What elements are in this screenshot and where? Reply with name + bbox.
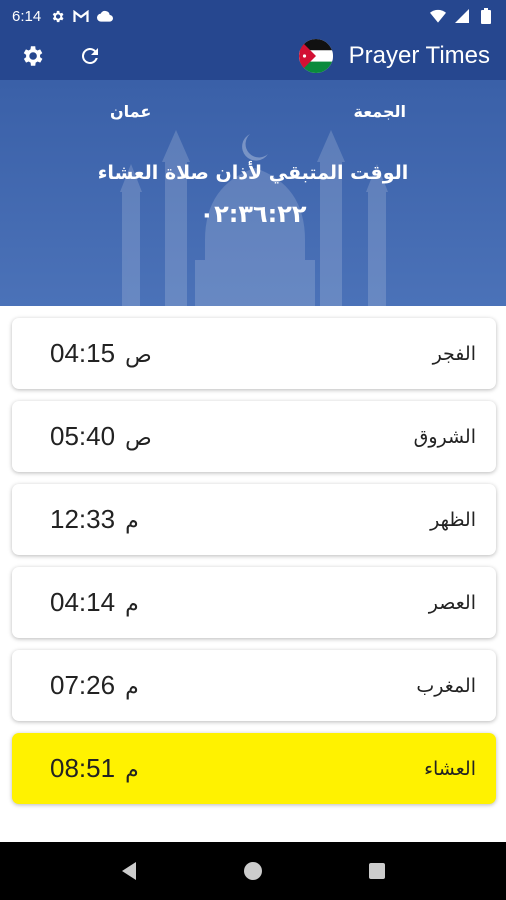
home-icon — [244, 862, 262, 880]
back-icon — [122, 862, 136, 880]
prayer-time: 04:15 ص — [50, 338, 152, 368]
prayer-name: العشاء — [424, 757, 476, 780]
prayer-name: المغرب — [416, 674, 476, 697]
recents-icon — [369, 863, 385, 879]
gear-icon — [23, 46, 43, 66]
refresh-button[interactable] — [74, 40, 106, 72]
status-bar: 6:14 — [0, 0, 506, 32]
gmail-icon — [73, 8, 89, 24]
prayer-row-isha[interactable]: 08:51 م العشاء — [12, 733, 496, 804]
countdown-banner: الجمعة عمان الوقت المتبقي لأذان صلاة الع… — [0, 80, 506, 306]
wifi-icon — [430, 8, 446, 24]
prayer-times-list: 04:15 ص الفجر 05:40 ص الشروق 12:33 م الظهر … — [12, 318, 496, 816]
day-label: الجمعة — [353, 102, 406, 121]
refresh-icon — [81, 47, 98, 64]
app-bar: Prayer Times — [0, 32, 506, 80]
signal-icon — [454, 8, 470, 24]
prayer-row-asr[interactable]: 04:14 م العصر — [12, 567, 496, 638]
prayer-row-fajr[interactable]: 04:15 ص الفجر — [12, 318, 496, 389]
prayer-time: 08:51 م — [50, 753, 139, 783]
jordan-flag-icon — [298, 39, 333, 73]
prayer-row-maghrib[interactable]: 07:26 م المغرب — [12, 650, 496, 721]
prayer-time: 05:40 ص — [50, 421, 152, 451]
gear-icon — [49, 8, 65, 24]
app-title: Prayer Times — [348, 42, 490, 69]
home-button[interactable] — [241, 859, 265, 883]
prayer-name: الظهر — [430, 508, 476, 531]
back-button[interactable] — [117, 859, 141, 883]
settings-button[interactable] — [16, 40, 48, 72]
city-label: عمان — [110, 102, 152, 121]
prayer-row-dhuhr[interactable]: 12:33 م الظهر — [12, 484, 496, 555]
prayer-name: الشروق — [413, 425, 476, 448]
prayer-time: 04:14 م — [50, 587, 139, 617]
prayer-time: 07:26 م — [50, 670, 139, 700]
battery-icon — [478, 8, 494, 24]
prayer-name: العصر — [428, 591, 476, 614]
recents-button[interactable] — [365, 859, 389, 883]
prayer-name: الفجر — [432, 342, 476, 365]
prayer-row-sunrise[interactable]: 05:40 ص الشروق — [12, 401, 496, 472]
prayer-time: 12:33 م — [50, 504, 139, 534]
cloud-icon — [97, 8, 114, 24]
system-nav-bar — [0, 842, 506, 900]
status-time: 6:14 — [12, 7, 42, 25]
countdown-timer: ٠٢:٣٦:٢٢ — [199, 200, 307, 228]
remaining-time-label: الوقت المتبقي لأذان صلاة العشاء — [97, 162, 409, 184]
